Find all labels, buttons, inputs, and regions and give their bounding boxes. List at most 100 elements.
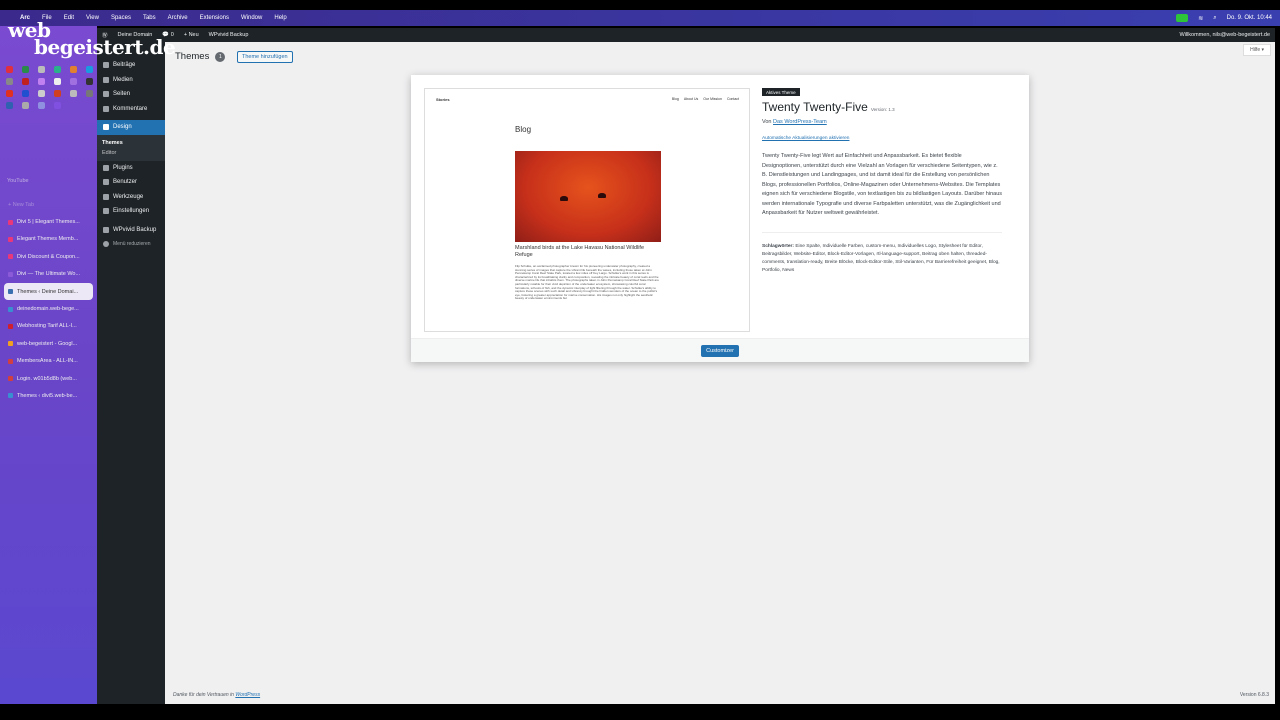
tab-item[interactable]: Login. w01b5d8b (web... — [4, 370, 93, 387]
author-prefix: Von — [762, 119, 772, 125]
tab-item[interactable]: deinedomain.web-bege... — [4, 300, 93, 317]
favorite-icon[interactable] — [38, 90, 45, 97]
favorite-icon[interactable] — [70, 66, 77, 73]
menu-window[interactable]: Window — [241, 15, 262, 21]
submenu-themes[interactable]: Themes — [97, 138, 165, 148]
menu-users[interactable]: Benutzer — [97, 175, 165, 190]
tab-label: MembersArea - ALL-IN... — [17, 358, 78, 365]
favorite-icon[interactable] — [54, 90, 61, 97]
clock[interactable]: Do. 9. Okt. 10:44 — [1227, 15, 1272, 21]
tab-item[interactable]: Divi 5 | Elegant Themes... — [4, 213, 93, 230]
wordpress-icon — [8, 393, 13, 399]
menu-help[interactable]: Help — [274, 15, 286, 21]
mac-menubar: Arc File Edit View Spaces Tabs Archive E… — [0, 10, 1280, 26]
wordpress-admin: Ⓦ Deine Domain 💬 0 + Neu WPvivid Backup … — [97, 28, 1275, 704]
menu-plugins[interactable]: Plugins — [97, 161, 165, 176]
favorite-icon[interactable] — [54, 66, 61, 73]
wordpress-icon — [8, 306, 13, 312]
new-content-link[interactable]: + Neu — [184, 32, 199, 38]
menu-posts[interactable]: Beiträge — [97, 58, 165, 73]
favorite-icon[interactable] — [22, 90, 29, 97]
favorite-icon[interactable] — [6, 78, 13, 85]
favorite-icon[interactable] — [22, 78, 29, 85]
help-button[interactable]: Hilfe ▾ — [1243, 44, 1271, 56]
tab-item-active[interactable]: Themes ‹ Deine Domai... — [4, 282, 93, 301]
favorite-icon[interactable] — [54, 102, 61, 109]
favorite-icon[interactable] — [86, 78, 93, 85]
favorite-icon[interactable] — [70, 78, 77, 85]
camera-icon[interactable] — [1176, 14, 1189, 22]
preview-heading: Blog — [515, 125, 532, 134]
favorite-icon[interactable] — [86, 66, 93, 73]
tab-item[interactable]: Webhosting Tarif ALL-I... — [4, 318, 93, 335]
favorite-icon[interactable] — [86, 90, 93, 97]
watermark-logo: web begeistert.de — [8, 18, 176, 59]
favorite-icon[interactable] — [6, 66, 13, 73]
menu-label: WPvivid Backup — [113, 226, 157, 233]
menu-pages[interactable]: Seiten — [97, 87, 165, 102]
wordpress-link[interactable]: WordPress — [235, 692, 260, 698]
menu-label: Menü reduzieren — [113, 241, 151, 248]
menu-archive[interactable]: Archive — [168, 15, 188, 21]
menu-comments[interactable]: Kommentare — [97, 102, 165, 117]
youtube-label[interactable]: YouTube — [7, 178, 29, 184]
menu-label: Benutzer — [113, 179, 138, 186]
modal-actions: Customizer — [411, 338, 1029, 362]
favorite-icon[interactable] — [22, 66, 29, 73]
theme-author: Von Das WordPress-Team — [762, 119, 1002, 125]
menu-tools[interactable]: Werkzeuge — [97, 190, 165, 205]
tab-item[interactable]: Divi — The Ultimate Wo... — [4, 266, 93, 283]
favorite-icon[interactable] — [70, 90, 77, 97]
tab-item[interactable]: MembersArea - ALL-IN... — [4, 353, 93, 370]
menu-edit[interactable]: Edit — [64, 15, 74, 21]
tab-item[interactable]: Divi Discount & Coupon... — [4, 248, 93, 265]
enable-auto-updates-link[interactable]: Automatische Aktualisierungen aktivieren — [762, 136, 1002, 141]
brush-icon — [103, 124, 109, 131]
favorite-icon[interactable] — [22, 102, 29, 109]
search-icon[interactable]: ⌕ — [1213, 15, 1216, 22]
bird-shape — [598, 193, 606, 198]
tab-label: Divi — The Ultimate Wo... — [17, 271, 81, 278]
menu-tabs[interactable]: Tabs — [143, 15, 156, 21]
tab-item[interactable]: web-begeistert - Googl... — [4, 335, 93, 352]
admin-menu: Beiträge Medien Seiten Kommentare Design… — [97, 42, 165, 704]
favorite-icon[interactable] — [38, 66, 45, 73]
preview-nav: Blog About Us Our Mission Contact — [672, 97, 739, 101]
menu-view[interactable]: View — [86, 15, 99, 21]
menu-design[interactable]: Design — [97, 120, 165, 135]
wrench-icon — [103, 193, 109, 200]
author-link[interactable]: Das WordPress-Team — [773, 119, 827, 125]
account-greeting[interactable]: Willkommen, nils@web-begeistert.de — [1179, 32, 1270, 38]
tab-label: deinedomain.web-bege... — [17, 306, 79, 313]
favorite-icon[interactable] — [6, 90, 13, 97]
comment-icon — [103, 105, 109, 112]
main-content: Themes 1 Theme hinzufügen Hilfe ▾ Stories… — [165, 42, 1275, 704]
admin-bar: Ⓦ Deine Domain 💬 0 + Neu WPvivid Backup … — [97, 28, 1275, 42]
menu-label: Design — [113, 124, 132, 131]
favorite-icon[interactable] — [38, 102, 45, 109]
preview-nav-item: Blog — [671, 97, 679, 101]
preview-image — [515, 151, 661, 242]
menu-spaces[interactable]: Spaces — [111, 15, 131, 21]
menu-settings[interactable]: Einstellungen — [97, 204, 165, 219]
page-icon — [103, 91, 109, 98]
customizer-button[interactable]: Customizer — [701, 344, 739, 357]
favorite-icon[interactable] — [54, 78, 61, 85]
menu-media[interactable]: Medien — [97, 73, 165, 88]
add-theme-button[interactable]: Theme hinzufügen — [237, 51, 293, 63]
preview-nav-item: Our Mission — [703, 97, 722, 101]
preview-post-title: Marshland birds at the Lake Havasu Natio… — [515, 245, 645, 258]
new-tab-button[interactable]: + New Tab — [4, 196, 93, 213]
tab-item[interactable]: Themes ‹ divi5.web-be... — [4, 387, 93, 404]
menu-wpvivid[interactable]: WPvivid Backup — [97, 223, 165, 238]
tab-label: Divi 5 | Elegant Themes... — [17, 219, 80, 226]
favorite-icon[interactable] — [38, 78, 45, 85]
favorite-icon[interactable] — [6, 102, 13, 109]
favicon-icon — [8, 254, 13, 260]
collapse-menu[interactable]: Menü reduzieren — [97, 237, 165, 252]
menu-extensions[interactable]: Extensions — [200, 15, 229, 21]
tab-item[interactable]: Elegant Themes Memb... — [4, 231, 93, 248]
wpvivid-backup-link[interactable]: WPvivid Backup — [209, 32, 249, 38]
wifi-icon[interactable]: ≋ — [1198, 15, 1203, 22]
submenu-editor[interactable]: Editor — [97, 148, 165, 158]
